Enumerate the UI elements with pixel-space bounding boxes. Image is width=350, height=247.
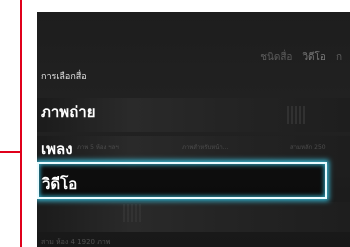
bg-thumbnail-icon [123,204,141,222]
bg-strip [37,202,350,232]
menu-item-photos[interactable]: ภาพถ่าย [41,100,96,124]
bg-caption: สามหลัก 250 [290,144,326,151]
tv-screen: ชนิดสื่อ วิดีโอ ก ภาพ 5 ห้อง ฯลฯ ภาพสำหร… [37,12,350,247]
menu-item-music[interactable]: เพลง [41,137,73,161]
menu-item-video-selected[interactable]: วิดีโอ [37,162,327,199]
frame-line [0,0,22,247]
bg-caption: ภาพสำหรับหน้า... [182,144,229,151]
frame-tick [0,151,22,153]
background-tab: วิดีโอ [302,52,326,63]
bg-caption: ภาพ 5 ห้อง ฯลฯ [77,144,119,151]
bg-thumbnail-icon [287,106,305,124]
bg-footer: สาม ห้อง 4 1920 ภาพ [41,238,111,246]
menu-item-label: เพลง [41,140,73,158]
background-tab: ชนิดสื่อ [260,52,293,63]
menu-title: การเลือกสื่อ [41,72,87,82]
menu-item-label: วิดีโอ [42,175,78,193]
background-tab: ก [335,52,342,63]
background-tabs: ชนิดสื่อ วิดีโอ ก [260,50,342,65]
menu-item-label: ภาพถ่าย [41,103,96,121]
